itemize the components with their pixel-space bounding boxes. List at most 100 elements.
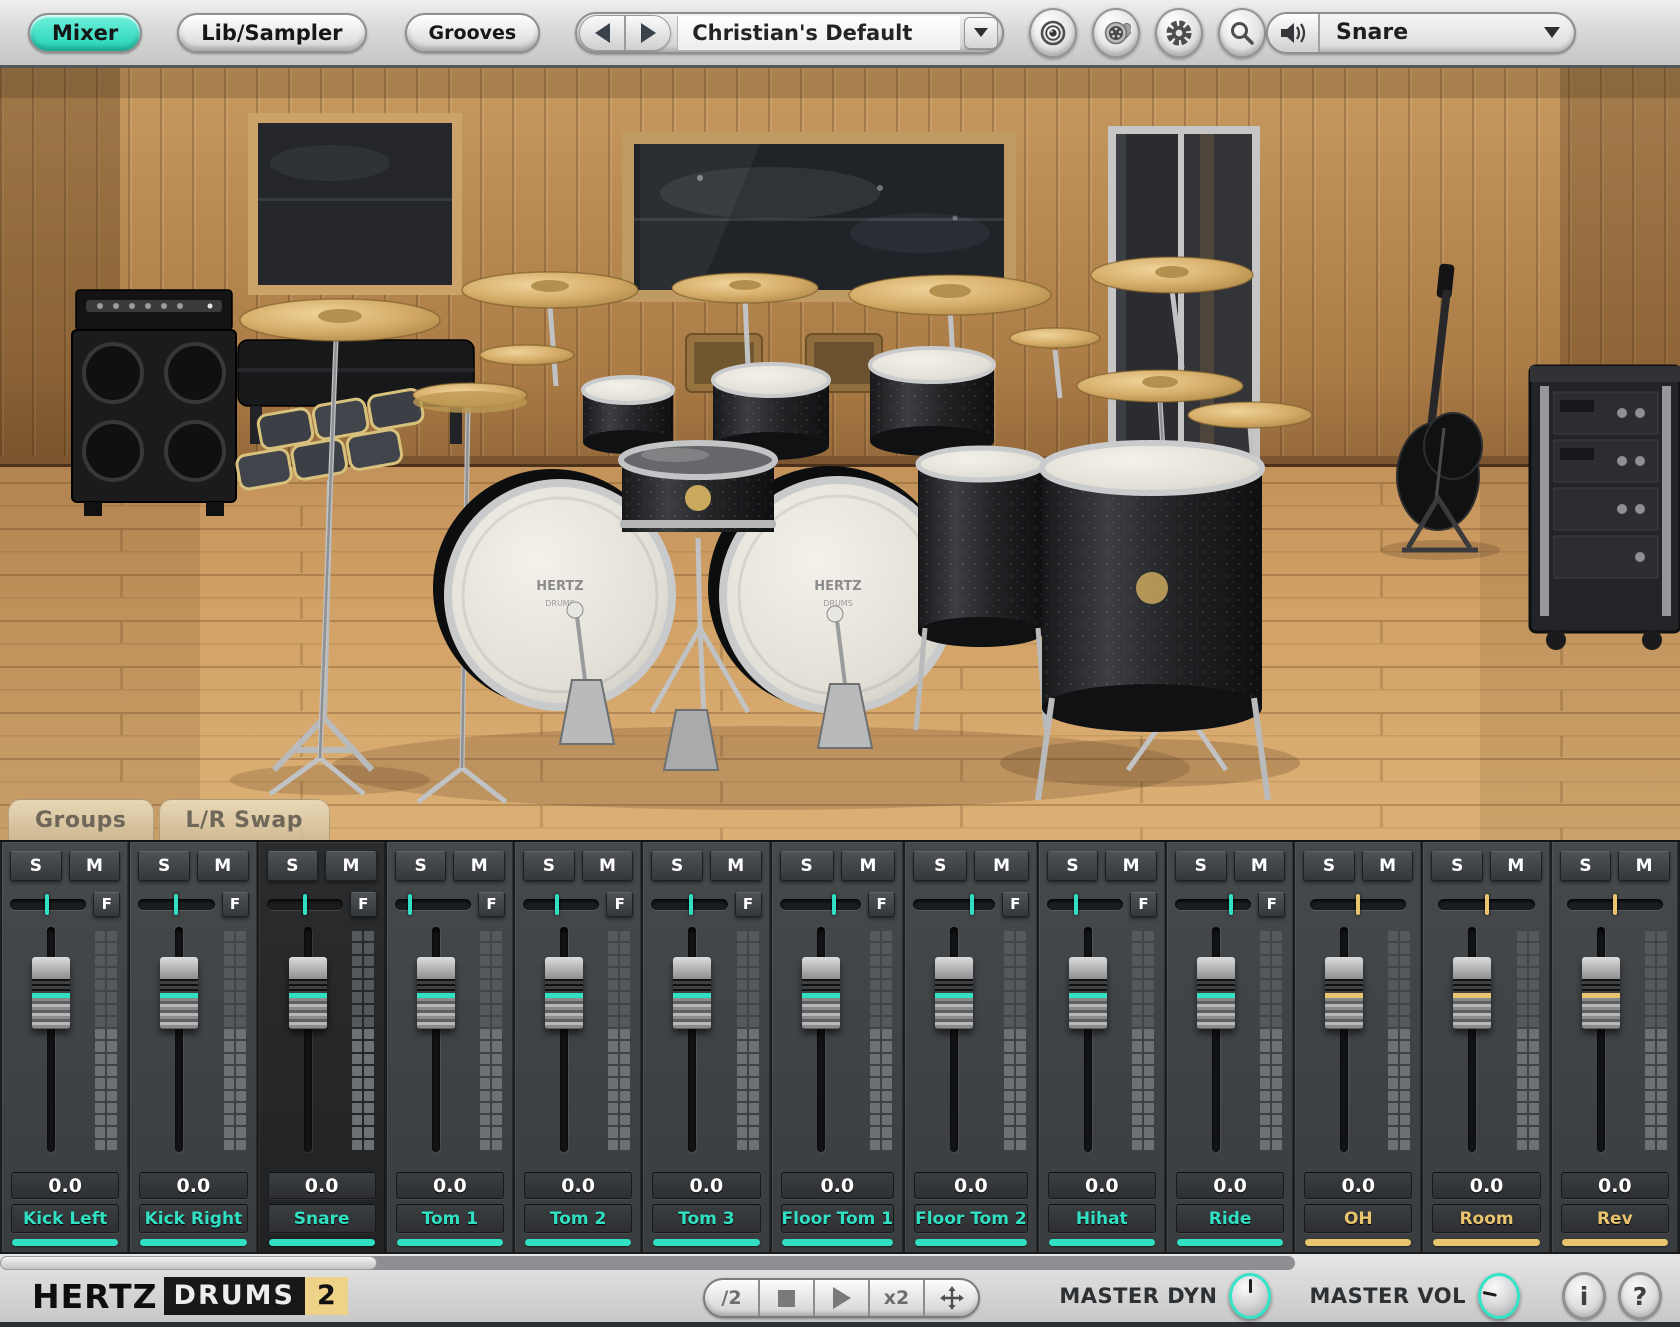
mute-button[interactable]: M (841, 851, 895, 881)
settings-button[interactable] (1155, 8, 1203, 58)
fine-button[interactable]: F (1002, 892, 1029, 917)
mixer-scrollbar-thumb[interactable] (0, 1256, 377, 1270)
mixer-tab-button[interactable]: Mixer (28, 13, 142, 53)
channel-value[interactable]: 0.0 (781, 1172, 895, 1199)
hihat-cymbal[interactable] (413, 383, 527, 413)
channel-value[interactable]: 0.0 (139, 1172, 247, 1199)
solo-button[interactable]: S (395, 851, 447, 881)
solo-button[interactable]: S (10, 851, 62, 881)
channel-value[interactable]: 0.0 (1176, 1172, 1284, 1199)
solo-button[interactable]: S (1047, 851, 1099, 881)
drag-midi-button[interactable] (923, 1280, 978, 1316)
mute-button[interactable]: M (453, 851, 505, 881)
volume-fader[interactable] (417, 957, 455, 1029)
volume-fader[interactable] (802, 957, 840, 1029)
channel-label[interactable]: Snare (268, 1204, 376, 1233)
mute-button[interactable]: M (582, 851, 634, 881)
channel-label[interactable]: Tom 2 (524, 1204, 632, 1233)
grooves-tab-button[interactable]: Grooves (405, 13, 541, 53)
mixer-scrollbar[interactable] (0, 1256, 1295, 1270)
pan-slider[interactable] (780, 899, 862, 910)
preset-prev-button[interactable] (580, 16, 624, 50)
channel-value[interactable]: 0.0 (652, 1172, 760, 1199)
volume-fader[interactable] (673, 957, 711, 1029)
solo-button[interactable]: S (1560, 851, 1612, 881)
fine-button[interactable]: F (606, 892, 633, 917)
preset-name-field[interactable]: Christian's Default (677, 16, 960, 50)
stop-button[interactable] (758, 1280, 813, 1316)
mute-button[interactable]: M (325, 851, 377, 881)
preset-next-button[interactable] (624, 16, 670, 50)
fine-button[interactable]: F (868, 892, 895, 917)
mute-button[interactable]: M (710, 851, 762, 881)
solo-button[interactable]: S (523, 851, 575, 881)
solo-button[interactable]: S (780, 851, 834, 881)
channel-value[interactable]: 0.0 (11, 1172, 119, 1199)
channel-value[interactable]: 0.0 (1561, 1172, 1669, 1199)
pan-slider[interactable] (10, 899, 86, 910)
pan-slider[interactable] (651, 899, 727, 910)
volume-fader[interactable] (545, 957, 583, 1029)
stage-view[interactable]: HERTZ DRUMS HERTZ DRUMS (0, 68, 1680, 840)
channel-value[interactable]: 0.0 (1432, 1172, 1540, 1199)
midi-button[interactable] (1092, 8, 1140, 58)
solo-button[interactable]: S (913, 851, 967, 881)
volume-fader[interactable] (935, 957, 973, 1029)
instrument-selector[interactable]: Snare (1266, 12, 1576, 54)
pan-slider[interactable] (913, 899, 995, 910)
volume-fader[interactable] (1582, 957, 1620, 1029)
channel-label[interactable]: Tom 1 (396, 1204, 504, 1233)
channel-value[interactable]: 0.0 (524, 1172, 632, 1199)
pan-slider[interactable] (1047, 899, 1123, 910)
fine-button[interactable]: F (1130, 892, 1157, 917)
master-dyn-knob[interactable] (1229, 1273, 1271, 1319)
fine-button[interactable]: F (1258, 892, 1285, 917)
mute-button[interactable]: M (197, 851, 249, 881)
solo-button[interactable]: S (651, 851, 703, 881)
instrument-dropdown-button[interactable] (1530, 27, 1574, 38)
channel-label[interactable]: Room (1432, 1204, 1540, 1233)
audition-button[interactable] (1268, 14, 1320, 52)
mute-button[interactable]: M (974, 851, 1028, 881)
channel-label[interactable]: Tom 3 (652, 1204, 760, 1233)
solo-button[interactable]: S (1431, 851, 1483, 881)
monitor-output-button[interactable] (1029, 8, 1077, 58)
volume-fader[interactable] (160, 957, 198, 1029)
search-button[interactable] (1218, 8, 1266, 58)
volume-fader[interactable] (1325, 957, 1363, 1029)
double-tempo-button[interactable]: x2 (868, 1280, 923, 1316)
channel-label[interactable]: OH (1304, 1204, 1412, 1233)
fine-button[interactable]: F (735, 892, 762, 917)
info-button[interactable]: i (1562, 1272, 1606, 1320)
channel-label[interactable]: Ride (1176, 1204, 1284, 1233)
volume-fader[interactable] (1453, 957, 1491, 1029)
mute-button[interactable]: M (1234, 851, 1286, 881)
lib-sampler-tab-button[interactable]: Lib/Sampler (177, 13, 366, 53)
channel-label[interactable]: Hihat (1048, 1204, 1156, 1233)
channel-value[interactable]: 0.0 (914, 1172, 1028, 1199)
solo-button[interactable]: S (267, 851, 319, 881)
mute-button[interactable]: M (1105, 851, 1157, 881)
volume-fader[interactable] (289, 957, 327, 1029)
half-tempo-button[interactable]: /2 (705, 1280, 758, 1316)
pan-slider[interactable] (1175, 899, 1251, 910)
fine-button[interactable]: F (350, 892, 377, 917)
pan-slider[interactable] (1438, 899, 1534, 910)
mute-button[interactable]: M (1490, 851, 1542, 881)
help-button[interactable]: ? (1618, 1272, 1662, 1320)
pan-slider[interactable] (1567, 899, 1663, 910)
fine-button[interactable]: F (222, 892, 249, 917)
snare-drum[interactable] (620, 443, 776, 532)
channel-label[interactable]: Rev (1561, 1204, 1669, 1233)
fine-button[interactable]: F (478, 892, 505, 917)
channel-label[interactable]: Floor Tom 1 (781, 1204, 895, 1233)
solo-button[interactable]: S (1175, 851, 1227, 881)
channel-value[interactable]: 0.0 (1048, 1172, 1156, 1199)
fine-button[interactable]: F (93, 892, 120, 917)
volume-fader[interactable] (32, 957, 70, 1029)
play-button[interactable] (813, 1280, 868, 1316)
volume-fader[interactable] (1069, 957, 1107, 1029)
solo-button[interactable]: S (1303, 851, 1355, 881)
tab-groups[interactable]: Groups (8, 799, 154, 840)
pan-slider[interactable] (523, 899, 599, 910)
